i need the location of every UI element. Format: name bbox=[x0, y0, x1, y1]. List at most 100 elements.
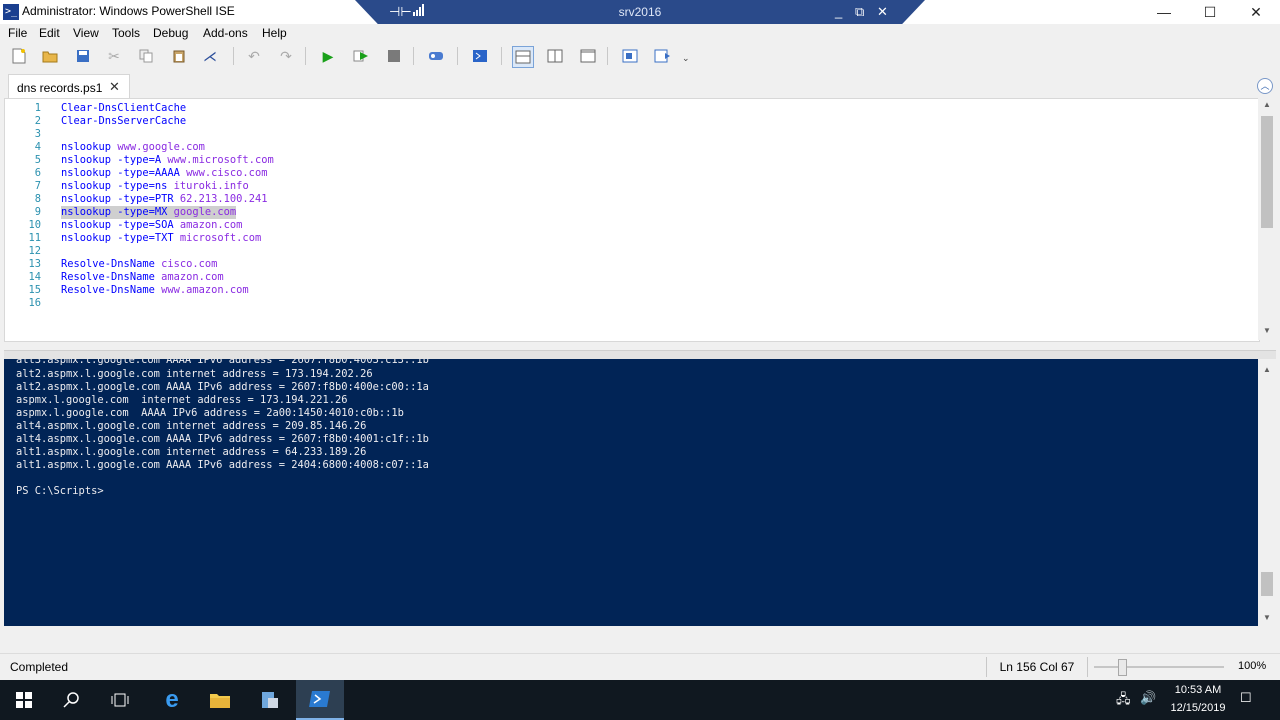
open-file-icon[interactable] bbox=[40, 46, 60, 66]
editor-tab-strip: dns records.ps1 ✕ bbox=[0, 70, 1280, 99]
clock-date[interactable]: 12/15/2019 bbox=[1162, 702, 1234, 714]
line-number: 7 bbox=[34, 180, 41, 192]
taskbar: e bbox=[0, 680, 1280, 720]
line-command: nslookup -type=SOA bbox=[61, 219, 174, 231]
line-number: 10 bbox=[28, 219, 41, 231]
clock-time[interactable]: 10:53 AM bbox=[1168, 684, 1228, 696]
console-line: alt2.aspmx.l.google.com AAAA IPv6 addres… bbox=[16, 381, 429, 393]
line-command: nslookup -type=MX bbox=[61, 206, 168, 218]
rdp-restore-button[interactable]: ⧉ bbox=[855, 4, 864, 20]
editor-line: 3 bbox=[5, 128, 1259, 141]
console-line: alt4.aspmx.l.google.com internet address… bbox=[16, 420, 367, 432]
line-number: 3 bbox=[34, 128, 41, 140]
menu-debug[interactable]: Debug bbox=[153, 26, 188, 40]
menu-edit[interactable]: Edit bbox=[39, 26, 60, 40]
redo-icon[interactable]: ↷ bbox=[276, 46, 296, 66]
maximize-button[interactable]: ☐ bbox=[1187, 0, 1233, 24]
internet-explorer-icon[interactable]: e bbox=[148, 680, 196, 720]
undo-icon[interactable]: ↶ bbox=[244, 46, 264, 66]
rdp-close-button[interactable]: ✕ bbox=[877, 4, 888, 20]
script-editor[interactable]: 1 Clear-DnsClientCache 2 Clear-DnsServerCa… bbox=[4, 98, 1260, 342]
zoom-slider-track[interactable] bbox=[1094, 666, 1224, 668]
show-script-right-icon[interactable] bbox=[545, 46, 565, 66]
volume-icon[interactable]: 🔊 bbox=[1140, 690, 1156, 706]
editor-line: 10 nslookup -type=SOA amazon.com bbox=[5, 219, 1259, 232]
toolbar-separator bbox=[607, 47, 608, 65]
tab-label: dns records.ps1 bbox=[17, 81, 103, 95]
line-argument: amazon.com bbox=[161, 271, 224, 283]
line-command: nslookup -type=ns bbox=[61, 180, 168, 192]
task-view-icon[interactable] bbox=[96, 680, 144, 720]
scroll-up-icon[interactable]: ▲ bbox=[1258, 100, 1276, 109]
menu-tools[interactable]: Tools bbox=[112, 26, 140, 40]
status-bar: Completed Ln 156 Col 67 100% bbox=[0, 653, 1280, 680]
console-line: alt2.aspmx.l.google.com internet address… bbox=[16, 368, 373, 380]
toolbar-separator bbox=[233, 47, 234, 65]
file-explorer-icon[interactable] bbox=[196, 680, 244, 720]
console-scroll-thumb[interactable] bbox=[1261, 572, 1273, 596]
console-line: alt1.aspmx.l.google.com internet address… bbox=[16, 446, 367, 458]
toolbar-separator bbox=[501, 47, 502, 65]
tab-close-icon[interactable]: ✕ bbox=[109, 79, 120, 95]
menu-help[interactable]: Help bbox=[262, 26, 287, 40]
powershell-ise-taskbar-icon[interactable] bbox=[296, 680, 344, 720]
search-icon[interactable] bbox=[48, 680, 96, 720]
toolbar: ✂ ⋌ ↶ ↷ ▶ ⌄ bbox=[0, 43, 1280, 69]
show-script-max-icon[interactable] bbox=[578, 46, 598, 66]
run-selection-icon[interactable] bbox=[351, 46, 371, 66]
console-pane[interactable]: alt3.aspmx.l.google.com AAAA IPv6 addres… bbox=[4, 359, 1258, 626]
show-addon-icon[interactable] bbox=[653, 46, 673, 66]
show-commands-icon[interactable] bbox=[620, 46, 640, 66]
collapse-script-pane-icon[interactable]: ︿ bbox=[1257, 78, 1273, 94]
close-button[interactable]: ✕ bbox=[1233, 0, 1279, 24]
server-manager-icon[interactable] bbox=[246, 680, 294, 720]
clear-console-icon[interactable]: ⋌ bbox=[200, 46, 220, 66]
line-command: nslookup -type=TXT bbox=[61, 232, 174, 244]
menu-file[interactable]: File bbox=[8, 26, 27, 40]
line-argument: amazon.com bbox=[179, 219, 243, 231]
scroll-down-icon[interactable]: ▼ bbox=[1258, 326, 1276, 335]
zoom-level: 100% bbox=[1238, 660, 1267, 672]
line-number: 13 bbox=[28, 258, 41, 270]
menu-add-ons[interactable]: Add-ons bbox=[203, 26, 248, 40]
line-number: 11 bbox=[28, 232, 41, 244]
console-line: alt3.aspmx.l.google.com AAAA IPv6 addres… bbox=[16, 359, 429, 366]
new-remote-tab-icon[interactable] bbox=[426, 46, 446, 66]
line-number: 15 bbox=[28, 284, 41, 296]
save-icon[interactable] bbox=[73, 46, 93, 66]
start-powershell-icon[interactable] bbox=[470, 46, 490, 66]
editor-line: 11 nslookup -type=TXT microsoft.com bbox=[5, 232, 1259, 245]
editor-line: 12 bbox=[5, 245, 1259, 258]
new-file-icon[interactable] bbox=[9, 46, 29, 66]
zoom-slider-thumb[interactable] bbox=[1118, 659, 1127, 676]
network-icon[interactable]: 🖧 bbox=[1116, 690, 1131, 712]
line-command: Resolve-DnsName bbox=[61, 258, 155, 270]
line-number: 8 bbox=[34, 193, 41, 205]
editor-line: 5 nslookup -type=A www.microsoft.com bbox=[5, 154, 1259, 167]
line-argument: www.amazon.com bbox=[161, 284, 249, 296]
tab-dns-records[interactable]: dns records.ps1 ✕ bbox=[8, 74, 130, 99]
rdp-minimize-button[interactable]: _ bbox=[835, 4, 842, 19]
menu-view[interactable]: View bbox=[73, 26, 99, 40]
console-prompt[interactable]: PS C:\Scripts> bbox=[16, 485, 104, 498]
editor-line: 2 Clear-DnsServerCache bbox=[5, 115, 1259, 128]
line-command: nslookup -type=A bbox=[61, 154, 162, 166]
run-script-icon[interactable]: ▶ bbox=[318, 46, 338, 66]
stop-icon[interactable] bbox=[384, 46, 404, 66]
editor-scroll-thumb[interactable] bbox=[1261, 116, 1273, 228]
minimize-button[interactable]: — bbox=[1141, 0, 1187, 24]
overflow-icon[interactable]: ⌄ bbox=[682, 53, 690, 64]
line-command: nslookup bbox=[61, 141, 112, 153]
scroll-up-icon[interactable]: ▲ bbox=[1258, 365, 1276, 374]
show-script-top-icon[interactable] bbox=[512, 46, 534, 68]
paste-icon[interactable] bbox=[169, 46, 189, 66]
copy-icon[interactable] bbox=[136, 46, 156, 66]
notifications-icon[interactable]: ☐ bbox=[1240, 690, 1252, 706]
line-number: 16 bbox=[28, 297, 41, 309]
scroll-down-icon[interactable]: ▼ bbox=[1258, 613, 1276, 622]
cut-icon[interactable]: ✂ bbox=[104, 46, 124, 66]
start-button[interactable] bbox=[0, 680, 48, 720]
editor-line: 7 nslookup -type=ns ituroki.info bbox=[5, 180, 1259, 193]
line-command: Resolve-DnsName bbox=[61, 271, 155, 283]
line-argument: cisco.com bbox=[161, 258, 218, 270]
